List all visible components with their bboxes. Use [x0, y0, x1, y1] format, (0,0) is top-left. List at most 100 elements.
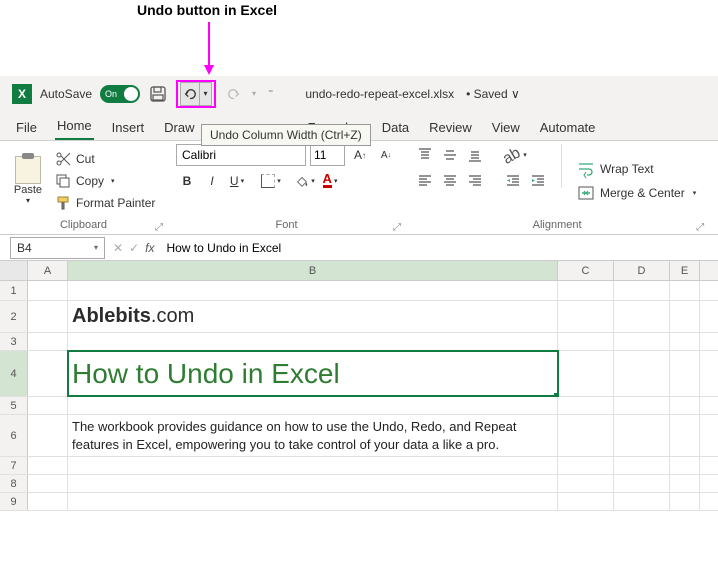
- cell-E6[interactable]: [670, 415, 700, 456]
- cell-D9[interactable]: [614, 493, 670, 510]
- decrease-indent-button[interactable]: [502, 170, 524, 192]
- cell-A9[interactable]: [28, 493, 68, 510]
- cell-D6[interactable]: [614, 415, 670, 456]
- document-title[interactable]: undo-redo-repeat-excel.xlsx: [305, 87, 454, 101]
- wrap-text-button[interactable]: Wrap Text: [574, 159, 700, 179]
- undo-dropdown[interactable]: ▾: [200, 82, 212, 106]
- decrease-font-button[interactable]: A↓: [375, 144, 397, 166]
- cell-E4[interactable]: [670, 351, 700, 396]
- cell-D2[interactable]: [614, 301, 670, 332]
- copy-button[interactable]: Copy ▾: [52, 171, 158, 191]
- cell-B3[interactable]: [68, 333, 558, 350]
- col-header-E[interactable]: E: [670, 261, 700, 280]
- align-right-button[interactable]: [464, 170, 486, 192]
- tab-file[interactable]: File: [14, 115, 39, 140]
- cancel-formula-icon[interactable]: ✕: [113, 241, 123, 255]
- row-header-8[interactable]: 8: [0, 475, 28, 492]
- cell-A2[interactable]: [28, 301, 68, 332]
- row-header-7[interactable]: 7: [0, 457, 28, 474]
- tab-automate[interactable]: Automate: [538, 115, 598, 140]
- cell-D1[interactable]: [614, 281, 670, 300]
- cell-B1[interactable]: [68, 281, 558, 300]
- cell-D5[interactable]: [614, 397, 670, 414]
- cell-B9[interactable]: [68, 493, 558, 510]
- tab-review[interactable]: Review: [427, 115, 474, 140]
- col-header-A[interactable]: A: [28, 261, 68, 280]
- align-bottom-button[interactable]: [464, 144, 486, 166]
- cut-button[interactable]: Cut: [52, 149, 158, 169]
- cell-A4[interactable]: [28, 351, 68, 396]
- qat-customize[interactable]: ⁼: [264, 88, 277, 99]
- font-color-button[interactable]: A▾: [319, 170, 341, 192]
- font-launcher[interactable]: ⤢: [393, 222, 401, 233]
- fx-button[interactable]: fx: [145, 241, 154, 255]
- cell-E5[interactable]: [670, 397, 700, 414]
- row-header-9[interactable]: 9: [0, 493, 28, 510]
- fill-handle[interactable]: [554, 393, 558, 396]
- merge-center-button[interactable]: Merge & Center ▾: [574, 183, 700, 203]
- cell-C5[interactable]: [558, 397, 614, 414]
- font-name-input[interactable]: [176, 144, 306, 166]
- cell-A5[interactable]: [28, 397, 68, 414]
- cell-C9[interactable]: [558, 493, 614, 510]
- cell-E3[interactable]: [670, 333, 700, 350]
- underline-button[interactable]: U▾: [226, 170, 248, 192]
- cell-C1[interactable]: [558, 281, 614, 300]
- name-box[interactable]: B4 ▾: [10, 237, 105, 259]
- redo-dropdown[interactable]: ▾: [252, 89, 256, 98]
- tab-view[interactable]: View: [490, 115, 522, 140]
- cell-C7[interactable]: [558, 457, 614, 474]
- cell-A7[interactable]: [28, 457, 68, 474]
- italic-button[interactable]: I: [201, 170, 223, 192]
- cell-B5[interactable]: [68, 397, 558, 414]
- cell-D7[interactable]: [614, 457, 670, 474]
- font-size-input[interactable]: [310, 144, 345, 166]
- cell-B6[interactable]: The workbook provides guidance on how to…: [68, 415, 558, 456]
- increase-indent-button[interactable]: [527, 170, 549, 192]
- redo-button[interactable]: [224, 84, 244, 104]
- fill-color-button[interactable]: ▾: [294, 170, 316, 192]
- cell-D4[interactable]: [614, 351, 670, 396]
- align-left-button[interactable]: [414, 170, 436, 192]
- cell-B4[interactable]: How to Undo in Excel: [68, 351, 558, 396]
- cell-E9[interactable]: [670, 493, 700, 510]
- paste-button[interactable]: Paste ▾: [8, 144, 48, 217]
- cell-A8[interactable]: [28, 475, 68, 492]
- cell-E2[interactable]: [670, 301, 700, 332]
- tab-insert[interactable]: Insert: [110, 115, 147, 140]
- cell-E7[interactable]: [670, 457, 700, 474]
- format-painter-button[interactable]: Format Painter: [52, 193, 158, 213]
- cell-E1[interactable]: [670, 281, 700, 300]
- cell-A6[interactable]: [28, 415, 68, 456]
- cell-C4[interactable]: [558, 351, 614, 396]
- cell-C8[interactable]: [558, 475, 614, 492]
- formula-input[interactable]: [158, 238, 718, 258]
- cell-C2[interactable]: [558, 301, 614, 332]
- save-icon[interactable]: [148, 84, 168, 104]
- cell-B2[interactable]: Ablebits.com: [68, 301, 558, 332]
- select-all-corner[interactable]: [0, 261, 28, 280]
- row-header-1[interactable]: 1: [0, 281, 28, 300]
- saved-status[interactable]: • Saved ∨: [466, 87, 520, 101]
- row-header-3[interactable]: 3: [0, 333, 28, 350]
- align-top-button[interactable]: [414, 144, 436, 166]
- tab-home[interactable]: Home: [55, 113, 94, 140]
- col-header-B[interactable]: B: [68, 261, 558, 280]
- tab-draw[interactable]: Draw: [162, 115, 196, 140]
- alignment-launcher[interactable]: ⤢: [696, 222, 704, 233]
- cell-C6[interactable]: [558, 415, 614, 456]
- autosave-toggle[interactable]: On: [100, 85, 140, 103]
- borders-button[interactable]: ▾: [260, 170, 282, 192]
- orientation-button[interactable]: ab▾: [502, 144, 524, 166]
- cell-B7[interactable]: [68, 457, 558, 474]
- bold-button[interactable]: B: [176, 170, 198, 192]
- increase-font-button[interactable]: A↑: [349, 144, 371, 166]
- tab-data[interactable]: Data: [380, 115, 411, 140]
- align-center-button[interactable]: [439, 170, 461, 192]
- undo-button[interactable]: [180, 82, 200, 106]
- row-header-5[interactable]: 5: [0, 397, 28, 414]
- col-header-D[interactable]: D: [614, 261, 670, 280]
- enter-formula-icon[interactable]: ✓: [129, 241, 139, 255]
- cell-C3[interactable]: [558, 333, 614, 350]
- row-header-6[interactable]: 6: [0, 415, 28, 456]
